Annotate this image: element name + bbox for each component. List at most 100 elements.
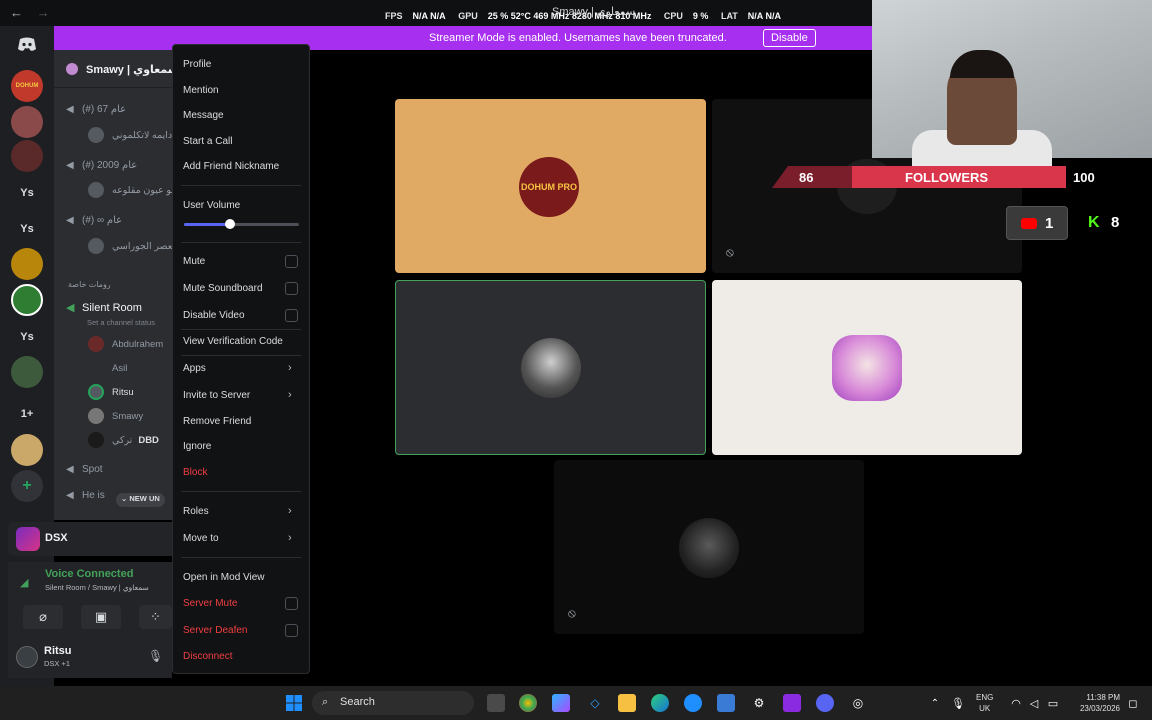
voice-member[interactable]: تركي DBD <box>88 432 159 448</box>
category-label[interactable]: رومات خاصة <box>68 280 111 289</box>
user-volume-slider[interactable] <box>184 219 299 229</box>
language-indicator[interactable]: ENG UK <box>976 692 993 714</box>
user-name[interactable]: Ritsu <box>44 645 72 657</box>
server-mute-checkbox[interactable] <box>285 597 298 610</box>
voice-channel[interactable]: ◀ Spot <box>66 464 103 475</box>
voice-member[interactable]: ابو عيون مقلوعه <box>88 182 172 198</box>
menu-item-mute-soundboard[interactable]: Mute Soundboard <box>183 283 263 294</box>
menu-item-disable-video[interactable]: Disable Video <box>183 310 245 321</box>
forward-arrow-icon[interactable]: → <box>37 5 50 20</box>
menu-item-apps[interactable]: Apps <box>183 363 206 374</box>
clock[interactable]: 11:38 PM 23/03/2026 <box>1068 692 1120 714</box>
menu-item-server-deafen[interactable]: Server Deafen <box>183 625 247 636</box>
server-ys-2[interactable]: Ys <box>11 213 43 245</box>
youtube-counter: 1 <box>1006 206 1068 240</box>
file-explorer-icon[interactable] <box>618 694 636 712</box>
edge-icon[interactable] <box>651 694 669 712</box>
windows-start-icon[interactable] <box>285 694 303 712</box>
server-ys-3[interactable]: Ys <box>11 321 43 353</box>
menu-item-roles[interactable]: Roles <box>183 506 209 517</box>
video-tile-light[interactable] <box>712 280 1022 455</box>
camera-off-icon[interactable]: ⌀ <box>23 605 63 629</box>
menu-item-mod-view[interactable]: Open in Mod View <box>183 572 265 583</box>
mute-soundboard-checkbox[interactable] <box>285 282 298 295</box>
chevron-up-icon[interactable]: ⌃ <box>926 694 944 712</box>
voice-member[interactable]: دايمه لاتكلموني <box>88 127 172 143</box>
notifications-icon[interactable]: ◻ <box>1124 694 1142 712</box>
server-3-icon[interactable] <box>11 140 43 172</box>
voice-member[interactable]: Asil <box>88 360 127 376</box>
voice-member[interactable]: Ritsu <box>88 384 134 400</box>
server-5-icon[interactable] <box>11 284 43 316</box>
menu-item-profile[interactable]: Profile <box>183 59 211 70</box>
voice-member[interactable]: العصر الجوراسي <box>88 238 172 254</box>
discord-home-icon[interactable] <box>11 28 43 60</box>
battery-icon[interactable]: ▭ <box>1044 694 1062 712</box>
taskbar-search[interactable]: ⌕ Search <box>312 691 474 715</box>
server-4-icon[interactable] <box>11 248 43 280</box>
chrome-icon[interactable] <box>519 694 537 712</box>
activities-icon[interactable]: ⁘ <box>139 605 172 629</box>
menu-item-move-to[interactable]: Move to <box>183 533 219 544</box>
voice-member[interactable]: Abdulrahem <box>88 336 163 352</box>
back-arrow-icon[interactable]: ← <box>10 5 23 20</box>
channel-status-hint[interactable]: Set a channel status <box>87 318 155 327</box>
wifi-icon[interactable]: ◠ <box>1007 694 1025 712</box>
voice-channel-active[interactable]: ◀ Silent Room <box>66 301 142 314</box>
server-7-icon[interactable] <box>11 434 43 466</box>
server-ys-1[interactable]: Ys <box>11 177 43 209</box>
discord-taskbar-icon[interactable] <box>816 694 834 712</box>
video-tile-bottom[interactable]: ⦸ <box>554 460 864 634</box>
avatar[interactable] <box>16 646 38 668</box>
server-dohum-icon[interactable]: DOHUM <box>11 70 43 102</box>
disable-video-checkbox[interactable] <box>285 309 298 322</box>
menu-item-mute[interactable]: Mute <box>183 256 205 267</box>
menu-item-server-mute[interactable]: Server Mute <box>183 598 237 609</box>
menu-item-add-nickname[interactable]: Add Friend Nickname <box>183 161 279 172</box>
menu-item-message[interactable]: Message <box>183 110 224 121</box>
screen-share-icon[interactable]: ▣ <box>81 605 121 629</box>
voice-member[interactable]: Smawy <box>88 408 143 424</box>
menu-item-start-call[interactable]: Start a Call <box>183 136 232 147</box>
obs-icon[interactable] <box>783 694 801 712</box>
server-1plus[interactable]: 1+ <box>11 398 43 430</box>
mute-checkbox[interactable] <box>285 255 298 268</box>
task-view-icon[interactable] <box>487 694 505 712</box>
volume-icon[interactable]: ◁ <box>1025 694 1043 712</box>
voice-location[interactable]: Silent Room / Smawy | سمعاوي <box>45 583 149 592</box>
menu-divider <box>181 491 301 492</box>
avatar <box>88 336 104 352</box>
guild-header[interactable]: Smawy | سمعاوي <box>54 50 172 88</box>
menu-item-invite[interactable]: Invite to Server <box>183 390 250 401</box>
store-icon[interactable] <box>717 694 735 712</box>
menu-item-block[interactable]: Block <box>183 467 207 478</box>
server-deafen-checkbox[interactable] <box>285 624 298 637</box>
menu-item-view-verification[interactable]: View Verification Code <box>183 336 283 347</box>
settings-icon[interactable]: ⚙ <box>750 694 768 712</box>
app-icon[interactable] <box>684 694 702 712</box>
disable-streamer-mode-button[interactable]: Disable <box>763 29 816 47</box>
menu-item-remove-friend[interactable]: Remove Friend <box>183 416 251 427</box>
menu-item-disconnect[interactable]: Disconnect <box>183 651 232 662</box>
new-unreads-pill[interactable]: ⌄ NEW UN <box>116 493 165 507</box>
microphone-tray-icon[interactable]: 🎙 <box>949 694 967 712</box>
server-6-icon[interactable] <box>11 356 43 388</box>
signal-icon[interactable]: ◢ <box>20 576 28 589</box>
voice-channel[interactable]: ◀ (#) 67 عام <box>66 104 126 115</box>
microphone-icon[interactable]: 🎙 <box>148 649 163 663</box>
add-server-button[interactable]: + <box>11 470 43 502</box>
copilot-icon[interactable] <box>552 694 570 712</box>
server-2-icon[interactable] <box>11 106 43 138</box>
steam-icon[interactable]: ◎ <box>849 694 867 712</box>
voice-status[interactable]: Voice Connected <box>45 568 133 580</box>
voice-channel[interactable]: ◀ (#) ∞ عام <box>66 215 122 226</box>
video-tile-speaking[interactable] <box>395 280 706 455</box>
vscode-icon[interactable]: ◇ <box>586 694 604 712</box>
menu-item-mention[interactable]: Mention <box>183 85 219 96</box>
voice-channel[interactable]: ◀ He is <box>66 490 105 501</box>
video-tile-dohum[interactable]: DOHUM PRO <box>395 99 706 273</box>
volume-thumb[interactable] <box>225 219 235 229</box>
menu-item-ignore[interactable]: Ignore <box>183 441 211 452</box>
dsx-panel[interactable]: DSX <box>8 522 172 556</box>
voice-channel[interactable]: ◀ (#) 2009 عام <box>66 160 137 171</box>
